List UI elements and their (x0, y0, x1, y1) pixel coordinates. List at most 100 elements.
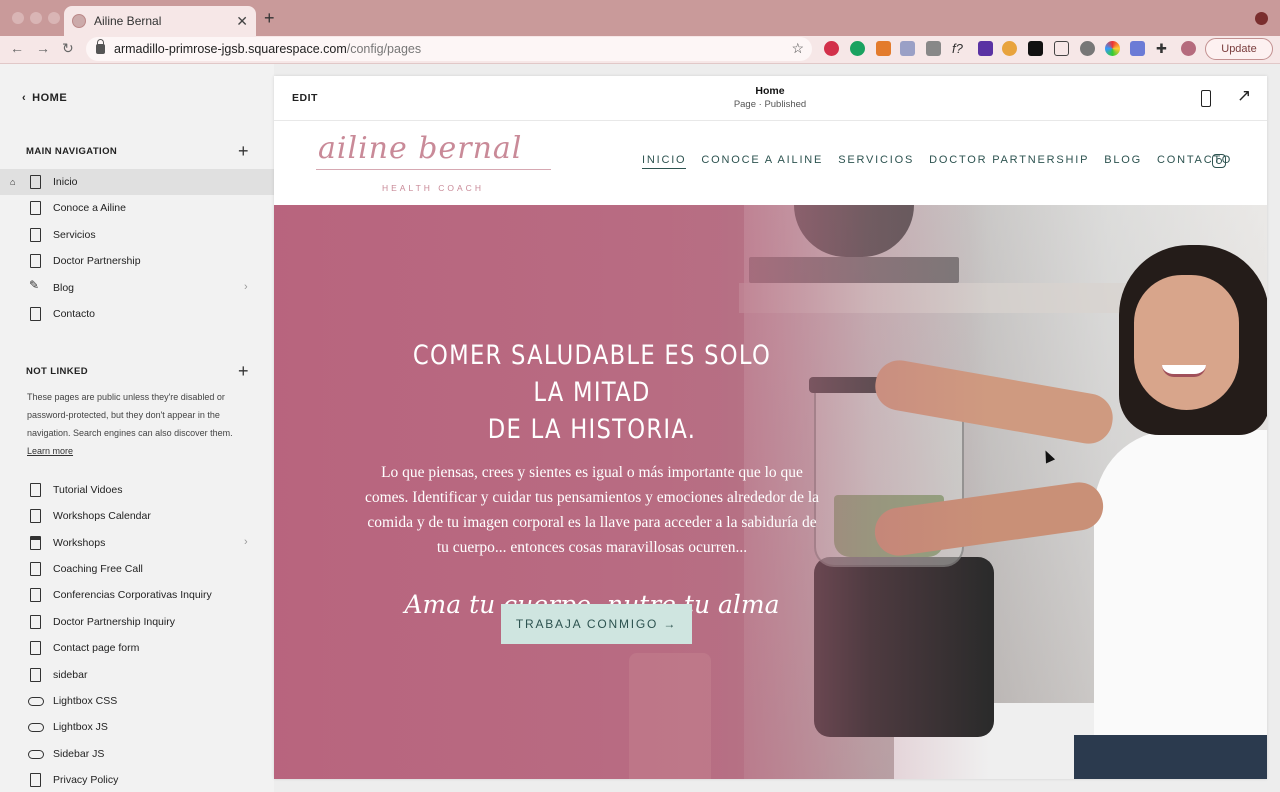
back-home-link[interactable]: ‹ HOME (22, 92, 67, 104)
sidebar-item-label: Blog (53, 282, 75, 294)
new-tab-button[interactable]: + (264, 8, 275, 29)
sidebar-item-tutorial-vidoes[interactable]: Tutorial Vidoes (0, 477, 274, 503)
site-logo[interactable]: ailine bernal (318, 131, 522, 166)
sidebar-item-blog[interactable]: Blog › (0, 275, 274, 301)
page-icon (30, 773, 41, 787)
link-icon (28, 750, 44, 759)
sidebar-item-label: Lightbox JS (53, 721, 108, 733)
color-picker-extension-icon[interactable] (1105, 41, 1120, 56)
page-icon (30, 615, 41, 629)
site-nav-doctor-partnership[interactable]: DOCTOR PARTNERSHIP (929, 154, 1089, 169)
extension-badge-icon-2[interactable] (978, 41, 993, 56)
site-nav-conoce-a-ailine[interactable]: CONOCE A AILINE (701, 154, 823, 169)
hero-body-text: Lo que piensas, crees y sientes es igual… (364, 464, 820, 556)
browser-toolbar: ← → ↻ armadillo-primrose-jgsb.squarespac… (0, 36, 1280, 64)
sidebar-item-inicio[interactable]: ⌂ Inicio (0, 169, 274, 195)
sidebar-item-label: Sidebar JS (53, 748, 105, 760)
sidebar-item-label: sidebar (53, 669, 88, 681)
grammarly-extension-icon[interactable] (850, 41, 865, 56)
sidebar-item-label: Doctor Partnership Inquiry (53, 616, 175, 628)
address-bar[interactable]: armadillo-primrose-jgsb.squarespace.com /… (86, 37, 812, 61)
extension-icon-2[interactable] (1130, 41, 1145, 56)
profile-avatar[interactable] (1181, 41, 1196, 56)
sidebar-item-label: Workshops (53, 537, 106, 549)
sidebar-item-contact-page-form[interactable]: Contact page form (0, 635, 274, 661)
page-icon (30, 562, 41, 576)
sidebar-item-label: Servicios (53, 229, 96, 241)
back-home-label: HOME (32, 92, 68, 104)
site-navigation: INICIO CONOCE A AILINE SERVICIOS DOCTOR … (642, 154, 1232, 169)
sidebar-item-lightbox-css[interactable]: Lightbox CSS (0, 688, 274, 714)
sidebar-item-label: Conferencias Corporativas Inquiry (53, 589, 212, 601)
not-linked-description: These pages are public unless they're di… (27, 388, 247, 460)
chevron-left-icon: ‹ (22, 92, 27, 104)
update-button[interactable]: Update (1205, 38, 1273, 60)
browser-tab-bar: Ailine Bernal ✕ + (0, 0, 1280, 36)
page-icon (30, 175, 41, 189)
puzzle-extensions-icon[interactable]: ✚ (1156, 41, 1171, 56)
pinterest-extension-icon[interactable] (824, 41, 839, 56)
sidebar-item-conferencias-corporativas-inquiry[interactable]: Conferencias Corporativas Inquiry (0, 582, 274, 608)
reload-icon[interactable]: ↻ (62, 40, 74, 57)
hero-section: COMER SALUDABLE ES SOLO LA MITAD DE LA H… (274, 205, 1267, 779)
site-nav-servicios[interactable]: SERVICIOS (838, 154, 914, 169)
page-title: Home (755, 85, 785, 97)
sidebar-item-label: Contact page form (53, 642, 140, 654)
code-extension-icon[interactable] (900, 41, 915, 56)
window-close-button[interactable] (12, 12, 24, 24)
sidebar-item-servicios[interactable]: Servicios (0, 222, 274, 248)
hero-title-line-2: DE LA HISTORIA. (487, 414, 697, 445)
learn-more-link[interactable]: Learn more (27, 442, 73, 460)
pages-sidebar: ‹ HOME MAIN NAVIGATION + ⌂ Inicio Conoce… (0, 64, 274, 792)
back-arrow-icon[interactable]: ← (10, 40, 24, 56)
browser-tab[interactable]: Ailine Bernal ✕ (64, 6, 256, 36)
editor-bar: EDIT Home Page · Published ↗ (274, 76, 1267, 121)
site-nav-blog[interactable]: BLOG (1104, 154, 1142, 169)
sidebar-item-sidebar[interactable]: sidebar (0, 662, 274, 688)
sidebar-item-conoce-a-ailine[interactable]: Conoce a Ailine (0, 195, 274, 221)
not-linked-description-text: These pages are public unless they're di… (27, 392, 233, 438)
sidebar-item-label: Inicio (53, 176, 78, 188)
forward-arrow-icon[interactable]: → (36, 40, 50, 56)
page-icon (30, 228, 41, 242)
trabaja-conmigo-button[interactable]: TRABAJA CONMIGO → (501, 604, 692, 644)
page-icon (30, 483, 41, 497)
sidebar-item-label: Tutorial Vidoes (53, 484, 123, 496)
tab-search-icon[interactable] (1255, 12, 1268, 25)
b-extension-icon[interactable] (1028, 41, 1043, 56)
page-icon (30, 307, 41, 321)
bookmark-star-icon[interactable]: ☆ (791, 40, 804, 57)
window-zoom-button[interactable] (48, 12, 60, 24)
sidebar-item-sidebar-js[interactable]: Sidebar JS (0, 741, 274, 767)
sidebar-item-coaching-free-call[interactable]: Coaching Free Call (0, 556, 274, 582)
sidebar-item-workshops-calendar[interactable]: Workshops Calendar (0, 503, 274, 529)
sidebar-item-contacto[interactable]: Contacto (0, 301, 274, 327)
sidebar-item-privacy-policy[interactable]: Privacy Policy (0, 767, 274, 792)
sidebar-item-doctor-partnership[interactable]: Doctor Partnership (0, 248, 274, 274)
sidebar-item-doctor-partnership-inquiry[interactable]: Doctor Partnership Inquiry (0, 609, 274, 635)
font-extension-icon[interactable]: f? (952, 41, 967, 56)
edit-button[interactable]: EDIT (292, 92, 318, 104)
blog-icon (29, 278, 41, 295)
page-icon (30, 509, 41, 523)
sidebar-item-lightbox-js[interactable]: Lightbox JS (0, 714, 274, 740)
hero-content: COMER SALUDABLE ES SOLO LA MITAD DE LA H… (362, 337, 822, 619)
sidebar-item-workshops[interactable]: Workshops › (0, 530, 274, 556)
add-main-nav-page-icon[interactable]: + (238, 142, 249, 160)
camera-extension-icon[interactable] (926, 41, 941, 56)
lock-icon (96, 39, 105, 54)
extension-badge-icon[interactable] (876, 41, 891, 56)
add-not-linked-page-icon[interactable]: + (238, 362, 249, 380)
page-icon (30, 588, 41, 602)
site-nav-inicio[interactable]: INICIO (642, 154, 687, 169)
screenshot-extension-icon[interactable] (1054, 41, 1069, 56)
tab-favicon-icon (72, 14, 86, 28)
instagram-icon[interactable] (1212, 154, 1226, 168)
open-external-arrow-icon[interactable]: ↗ (1237, 86, 1251, 106)
cloud-extension-icon[interactable] (1080, 41, 1095, 56)
extension-icon[interactable] (1002, 41, 1017, 56)
window-minimize-button[interactable] (30, 12, 42, 24)
tab-close-icon[interactable]: ✕ (236, 13, 248, 30)
tab-title: Ailine Bernal (94, 14, 162, 28)
mobile-preview-icon[interactable] (1201, 90, 1211, 107)
